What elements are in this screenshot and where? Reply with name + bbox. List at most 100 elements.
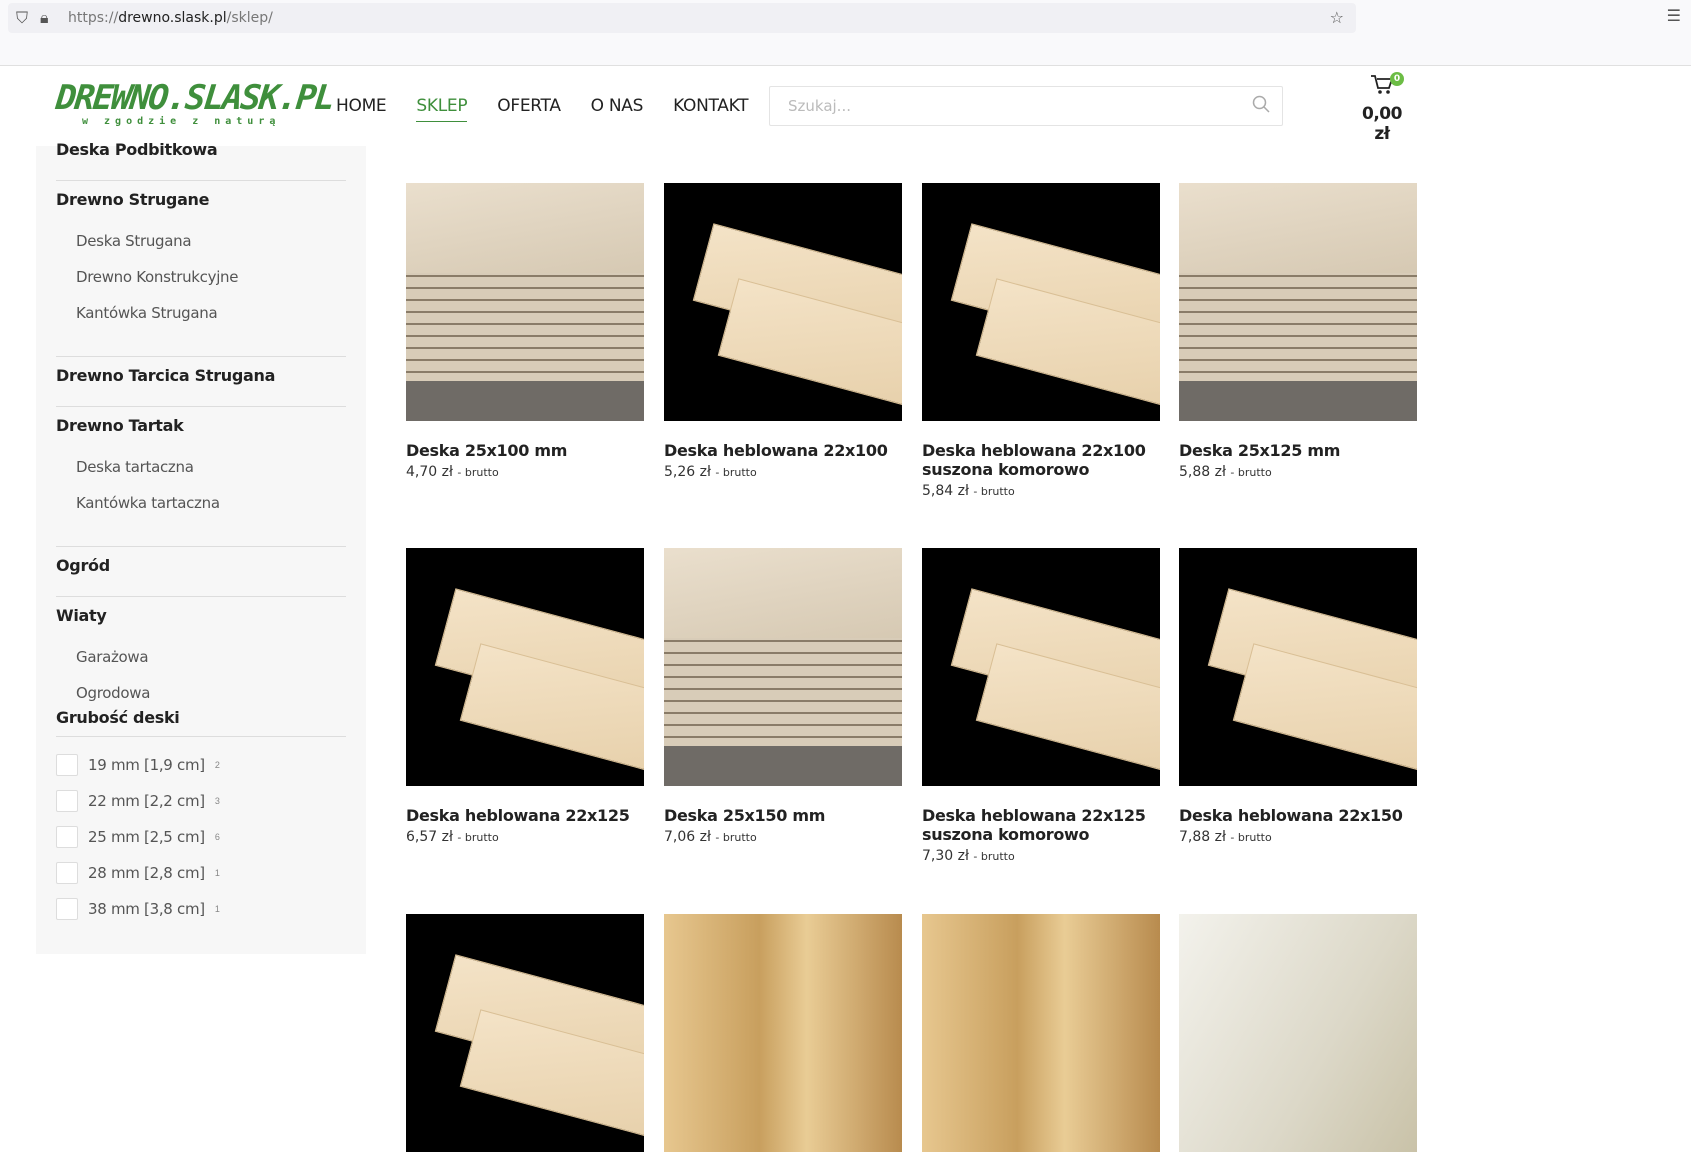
nav-oferta[interactable]: OFERTA [497,96,561,122]
product-image[interactable] [1179,548,1417,786]
filter-checkbox[interactable] [56,826,78,848]
price-value: 4,70 zł [406,464,453,480]
site-logo[interactable]: DREWNO.SLASK.PL w zgodzie z naturą [54,78,335,127]
sidebar-category[interactable]: Drewno Tarcica Strugana [56,366,275,385]
product-card[interactable]: Deska heblowana 22x100 5,26 zł - brutto [664,183,902,480]
product-title[interactable]: Deska heblowana 22x150 [1179,806,1417,825]
product-title[interactable]: Deska heblowana 22x125 [406,806,644,825]
search-icon[interactable] [1252,95,1270,118]
product-card[interactable]: Deska heblowana 22x150 7,88 zł - brutto [1179,548,1417,845]
product-image[interactable] [406,183,644,421]
product-title[interactable]: Deska 25x100 mm [406,441,644,460]
site-header: DREWNO.SLASK.PL w zgodzie z naturą HOME S… [0,66,1691,146]
product-title[interactable]: Deska 25x150 mm [664,806,902,825]
sidebar-category[interactable]: Drewno Tartak [56,416,184,435]
filter-checkbox[interactable] [56,754,78,776]
filter-option[interactable]: 19 mm [1,9 cm] 2 [56,754,220,776]
nav-sklep[interactable]: SKLEP [416,96,468,122]
product-card[interactable]: Deska heblowana 22x125 suszona komorowo 7… [922,548,1160,864]
price-suffix: - brutto [457,466,499,479]
product-image[interactable] [664,548,902,786]
filter-count: 1 [214,904,220,914]
product-title[interactable]: Deska 25x125 mm [1179,441,1417,460]
sidebar-category[interactable]: Wiaty [56,606,107,625]
price-value: 5,26 zł [664,464,711,480]
sidebar-category[interactable]: Deska Podbitkowa [56,140,218,159]
product-title[interactable]: Deska heblowana 22x125 suszona komorowo [922,806,1160,844]
product-title[interactable]: Deska heblowana 22x100 [664,441,902,460]
product-card[interactable]: Deska 25x150 mm 7,06 zł - brutto [664,548,902,845]
sidebar-category[interactable]: Drewno Strugane [56,190,210,209]
product-card[interactable] [922,914,1160,1152]
sidebar-divider [56,736,346,737]
filter-checkbox[interactable] [56,862,78,884]
product-price: 7,88 zł - brutto [1179,829,1417,845]
url-text[interactable]: https://drewno.slask.pl/sklep/ [68,10,273,26]
product-image[interactable] [922,183,1160,421]
price-suffix: - brutto [1230,466,1272,479]
filter-option[interactable]: 38 mm [3,8 cm] 1 [56,898,220,920]
sidebar-category[interactable]: Ogród [56,556,110,575]
product-card[interactable] [664,914,902,1152]
sidebar-subcategory[interactable]: Drewno Konstrukcyjne [76,268,239,286]
product-title[interactable]: Deska heblowana 22x100 suszona komorowo [922,441,1160,479]
price-suffix: - brutto [457,831,499,844]
bookmark-star-icon[interactable]: ☆ [1330,8,1344,27]
sidebar-divider [56,180,346,181]
product-card[interactable] [1179,914,1417,1152]
url-bar[interactable]: ⛉ 🔒︎ https://drewno.slask.pl/sklep/ ☆ [8,3,1356,33]
product-image[interactable] [406,548,644,786]
lock-icon[interactable]: 🔒︎ [40,8,49,28]
price-suffix: - brutto [973,485,1015,498]
product-image[interactable] [922,548,1160,786]
product-image[interactable] [922,914,1160,1152]
hamburger-menu-icon[interactable]: ☰ [1667,6,1681,25]
browser-toolbar: ⛉ 🔒︎ https://drewno.slask.pl/sklep/ ☆ ☰ [0,0,1691,66]
sidebar-subcategory[interactable]: Kantówka Strugana [76,304,218,322]
search-input[interactable] [770,87,1230,125]
sidebar: Deska Podbitkowa Drewno Strugane Deska Str… [36,140,366,954]
price-value: 5,88 zł [1179,464,1226,480]
price-value: 7,88 zł [1179,829,1226,845]
stack-rows [1179,273,1417,383]
filter-label: 28 mm [2,8 cm] [88,864,205,882]
product-card[interactable]: Deska 25x100 mm 4,70 zł - brutto [406,183,644,480]
product-card[interactable]: Deska heblowana 22x100 suszona komorowo 5… [922,183,1160,499]
shield-icon[interactable]: ⛉ [16,8,28,28]
nav-kontakt[interactable]: KONTAKT [673,96,748,122]
stack-floor [406,381,644,421]
cart-count-badge: 0 [1390,72,1404,86]
price-suffix: - brutto [715,831,757,844]
filter-option[interactable]: 25 mm [2,5 cm] 6 [56,826,220,848]
product-image[interactable] [406,914,644,1152]
stack-rows [406,273,644,383]
filter-count: 3 [214,796,220,806]
stack-top [664,548,902,638]
product-image[interactable] [664,183,902,421]
nav-home[interactable]: HOME [336,96,387,122]
cart-icon[interactable]: 0 [1370,72,1404,102]
filter-option[interactable]: 22 mm [2,2 cm] 3 [56,790,220,812]
product-price: 7,30 zł - brutto [922,848,1160,864]
filter-checkbox[interactable] [56,898,78,920]
product-image[interactable] [1179,183,1417,421]
product-card[interactable]: Deska heblowana 22x125 6,57 zł - brutto [406,548,644,845]
product-price: 5,26 zł - brutto [664,464,902,480]
nav-o-nas[interactable]: O NAS [591,96,644,122]
sidebar-subcategory[interactable]: Deska tartaczna [76,458,194,476]
price-value: 6,57 zł [406,829,453,845]
cart-widget[interactable]: 0 0,00 zł [1352,72,1412,144]
stack-rows [664,638,902,748]
product-price: 4,70 zł - brutto [406,464,644,480]
product-price: 6,57 zł - brutto [406,829,644,845]
filter-checkbox[interactable] [56,790,78,812]
sidebar-subcategory[interactable]: Deska Strugana [76,232,192,250]
sidebar-subcategory[interactable]: Ogrodowa [76,684,150,702]
product-card[interactable] [406,914,644,1152]
product-card[interactable]: Deska 25x125 mm 5,88 zł - brutto [1179,183,1417,480]
sidebar-subcategory[interactable]: Garażowa [76,648,149,666]
product-image[interactable] [1179,914,1417,1152]
product-image[interactable] [664,914,902,1152]
sidebar-subcategory[interactable]: Kantówka tartaczna [76,494,220,512]
filter-option[interactable]: 28 mm [2,8 cm] 1 [56,862,220,884]
